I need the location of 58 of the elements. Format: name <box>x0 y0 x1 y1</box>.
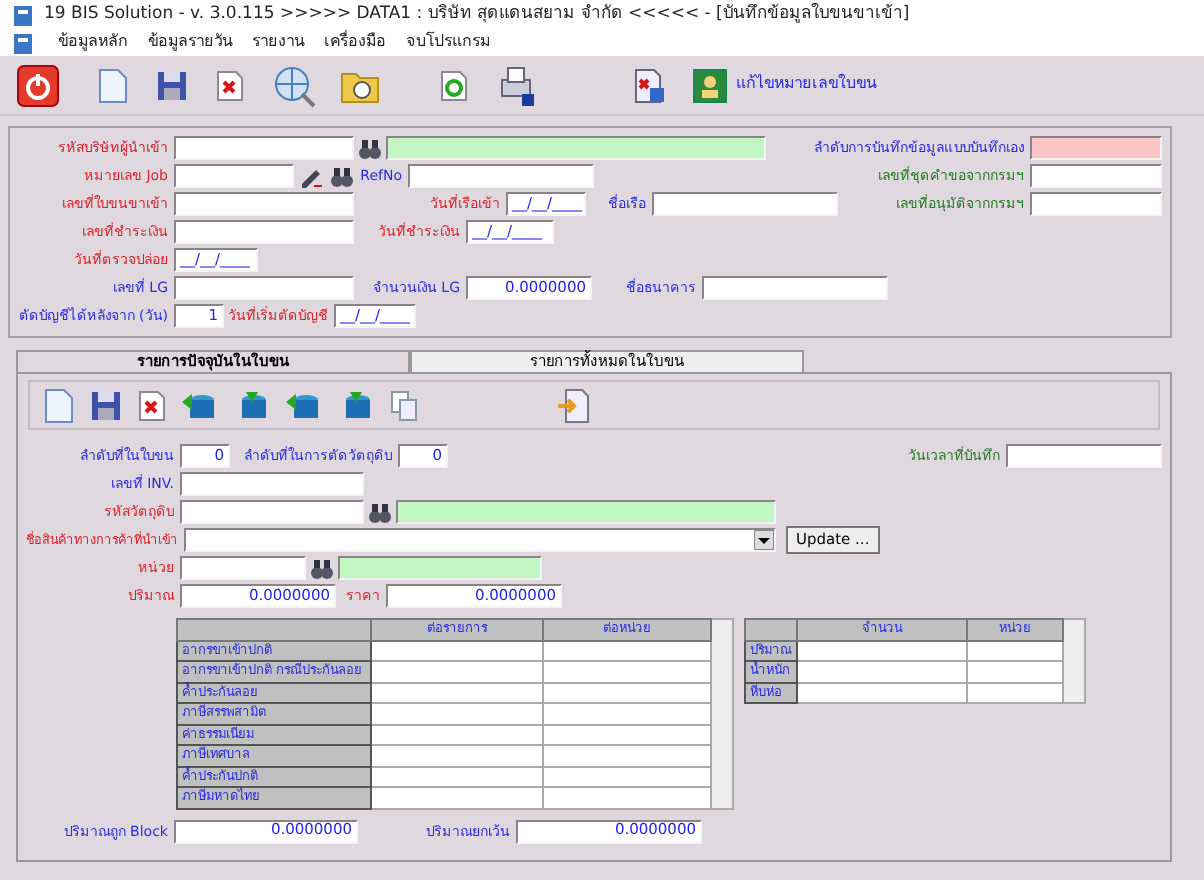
binoculars-icon[interactable] <box>330 165 354 187</box>
folder-search-icon[interactable] <box>340 67 380 103</box>
table-cell[interactable] <box>371 661 543 682</box>
save-icon[interactable] <box>90 389 122 421</box>
power-icon[interactable] <box>16 63 60 107</box>
binoculars-icon[interactable] <box>358 137 382 159</box>
binoculars-icon[interactable] <box>368 501 392 523</box>
input-field[interactable] <box>180 472 364 496</box>
input-field[interactable] <box>408 164 594 188</box>
menu-item[interactable]: เครื่องมือ <box>324 34 386 52</box>
window-title: 19 BIS Solution - v. 3.0.115 >>>>> DATA1 : บริษัท สุดแดนสยาม จำกัด <<<<< - [บันทึกข้อมูลใบขนขาเข้า] <box>44 5 910 25</box>
binoculars-icon[interactable] <box>310 557 334 579</box>
document-delete-icon[interactable] <box>632 67 664 103</box>
dropdown-field[interactable] <box>184 528 776 552</box>
new-document-icon[interactable] <box>42 387 74 423</box>
input-field[interactable] <box>1030 136 1162 160</box>
scrollbar[interactable] <box>711 619 733 808</box>
new-document-icon[interactable] <box>96 67 128 103</box>
table-cell[interactable] <box>371 787 543 808</box>
input-field[interactable] <box>180 556 306 580</box>
input-field[interactable] <box>702 276 888 300</box>
copy-icon[interactable] <box>390 389 418 421</box>
menu-item[interactable]: ข้อมูลหลัก <box>58 34 128 52</box>
input-field[interactable] <box>180 500 364 524</box>
table-cell[interactable] <box>371 766 543 787</box>
delete-icon[interactable] <box>216 69 244 101</box>
edit-number-button[interactable]: แก้ไขหมายเลขใบขน <box>688 65 876 105</box>
input-field[interactable] <box>174 192 354 216</box>
table-cell[interactable] <box>371 682 543 703</box>
globe-search-icon[interactable] <box>272 63 316 107</box>
input-field[interactable] <box>174 136 354 160</box>
table-cell[interactable] <box>797 640 967 661</box>
input-field[interactable] <box>174 220 354 244</box>
menu-item[interactable]: จบโปรแกรม <box>406 34 490 52</box>
table-cell[interactable] <box>371 724 543 745</box>
import-icon[interactable] <box>558 387 590 423</box>
database-arrow-icon[interactable] <box>182 389 218 421</box>
menu-item[interactable]: ข้อมูลรายวัน <box>148 34 232 52</box>
save-icon[interactable] <box>156 69 188 101</box>
table-cell[interactable] <box>371 745 543 766</box>
input-field[interactable] <box>1030 164 1162 188</box>
pen-icon[interactable] <box>298 164 322 188</box>
dropdown-arrow-icon[interactable] <box>754 530 774 550</box>
input-field[interactable] <box>1030 192 1162 216</box>
input-field[interactable] <box>174 276 354 300</box>
book-people-icon <box>692 65 732 105</box>
input-field[interactable] <box>1006 444 1162 468</box>
table-cell[interactable] <box>371 703 543 724</box>
table-cell[interactable] <box>797 661 967 682</box>
input-field[interactable] <box>652 192 838 216</box>
table-cell[interactable] <box>371 640 543 661</box>
database-arrow-icon[interactable] <box>286 389 322 421</box>
delete-icon[interactable] <box>138 389 166 421</box>
scrollbar[interactable] <box>1063 619 1085 703</box>
printer-icon[interactable] <box>496 65 536 105</box>
input-field[interactable] <box>174 164 294 188</box>
menu-item[interactable]: รายงาน <box>252 34 304 52</box>
table-cell[interactable] <box>797 682 967 703</box>
